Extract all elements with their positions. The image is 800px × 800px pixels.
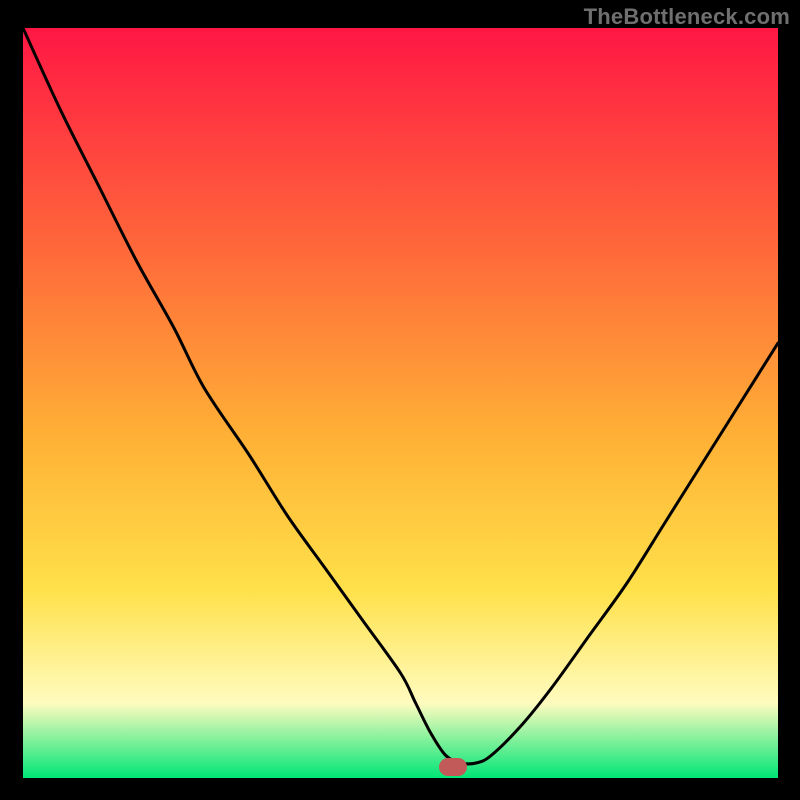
optimum-marker: [439, 758, 467, 776]
plot-area: [23, 28, 778, 778]
watermark-text: TheBottleneck.com: [584, 4, 790, 30]
gradient-background: [23, 28, 778, 778]
plot-svg: [23, 28, 778, 778]
chart-frame: TheBottleneck.com: [0, 0, 800, 800]
